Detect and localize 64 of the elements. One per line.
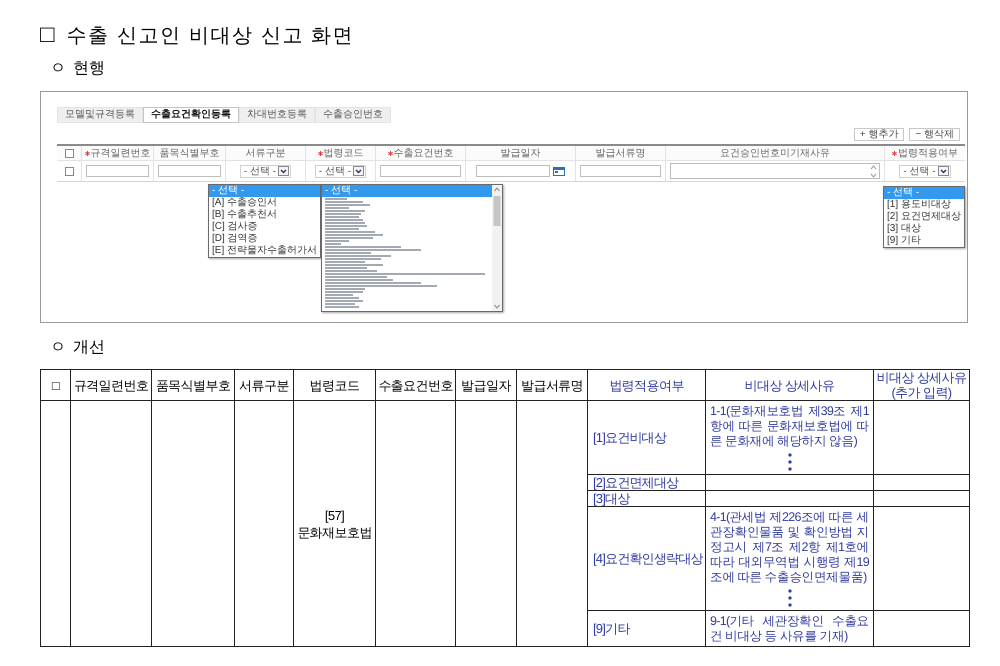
- input-field[interactable]: [86, 165, 149, 177]
- date-field[interactable]: [476, 165, 550, 177]
- column-header: 발급서류명: [596, 147, 646, 160]
- table-cell: [4]요건확인생략대상: [588, 506, 706, 610]
- text-area[interactable]: [670, 163, 880, 179]
- column-header: 법령코드: [294, 370, 376, 400]
- list-option[interactable]: [9] 기타: [884, 235, 964, 247]
- tab[interactable]: 차대번호등록: [239, 107, 315, 123]
- list-option[interactable]: [2] 요건면제대상: [884, 211, 964, 223]
- section-heading: 현행: [73, 58, 105, 78]
- column-header: 요건승인번호미기재사유: [720, 147, 830, 160]
- table-cell: [57] 문화재보호법: [294, 400, 376, 646]
- reason-text: 1-1(문화재보호법 제39조 제1항에 따른 문화재보호법에 따른 문화재에 해당하지 않음): [710, 404, 869, 449]
- column-header: 비대상 상세사유 (추가 입력): [874, 370, 970, 400]
- table-cell: [3]대상: [588, 490, 706, 506]
- column-header: 규격일련번호: [70, 370, 152, 400]
- list-option[interactable]: [C] 검사증: [209, 221, 320, 233]
- checkbox[interactable]: [64, 166, 74, 176]
- table-cell: [1]요건비대상: [588, 400, 706, 474]
- column-header: 서류구분: [246, 147, 286, 160]
- scroll-arrows-icon[interactable]: [870, 164, 877, 178]
- list-option[interactable]: [D] 검역증: [209, 233, 320, 245]
- select-field[interactable]: - 선택 -: [314, 164, 366, 178]
- table-cell: [2]요건면제대상: [588, 474, 706, 490]
- column-header: 규격일련번호: [90, 147, 150, 160]
- bullet: □: [40, 21, 54, 49]
- list-option[interactable]: [A] 수출승인서: [209, 197, 320, 209]
- tab[interactable]: 수출승인번호: [315, 107, 391, 123]
- tab[interactable]: 수출요건확인등록: [143, 107, 239, 123]
- list-option[interactable]: [1] 용도비대상: [884, 199, 964, 211]
- list-option[interactable]: [B] 수출추천서: [209, 209, 320, 221]
- toolbar-button[interactable]: − 행삭제: [909, 128, 960, 141]
- input-field[interactable]: [380, 165, 461, 177]
- column-header: 품목식별부호: [160, 147, 220, 160]
- column-header: 비대상 상세사유: [706, 370, 874, 400]
- column-header: 법령적용여부: [588, 370, 706, 400]
- bullet: ㅇ: [50, 338, 66, 358]
- select-field[interactable]: - 선택 -: [240, 164, 292, 178]
- column-header: 법령코드: [324, 147, 364, 160]
- input-field[interactable]: [158, 165, 221, 177]
- checkbox[interactable]: [64, 148, 74, 158]
- table-cell: [9]기타: [588, 610, 706, 646]
- bullet: ㅇ: [50, 58, 66, 78]
- select-field[interactable]: - 선택 -: [899, 164, 951, 178]
- list-option[interactable]: [3] 대상: [884, 223, 964, 235]
- scrollbar[interactable]: [492, 185, 502, 311]
- column-header: 수출요건번호: [394, 147, 454, 160]
- column-header: 발급일자: [500, 147, 540, 160]
- column-header: 서류구분: [234, 370, 294, 400]
- column-header: □: [40, 370, 70, 400]
- reason-text: 9-1(기타 세관장확인 수출요건 비대상 등 사유를 기재): [710, 614, 869, 644]
- column-header: 발급일자: [456, 370, 516, 400]
- section-heading: 개선: [73, 338, 105, 358]
- column-header: 법령적용여부: [898, 147, 958, 160]
- column-header: 수출요건번호: [376, 370, 456, 400]
- column-header: 품목식별부호: [152, 370, 234, 400]
- page-title: 수출 신고인 비대상 신고 화면: [66, 24, 354, 48]
- input-field[interactable]: [580, 165, 661, 177]
- calendar-icon[interactable]: [553, 166, 565, 176]
- list-option[interactable]: [E] 전략물자수출허가서: [209, 245, 320, 257]
- tab[interactable]: 모델및규격등록: [57, 107, 143, 123]
- column-header: 발급서류명: [516, 370, 588, 400]
- toolbar-button[interactable]: + 행추가: [854, 128, 904, 141]
- reason-text: 4-1(관세법 제226조에 따른 세관장확인물품 및 확인방법 지정고시 제7조 제2항 제1호에 따라 대외무역법 시행령 제19조에 따른 수출승인면제물품): [710, 510, 869, 585]
